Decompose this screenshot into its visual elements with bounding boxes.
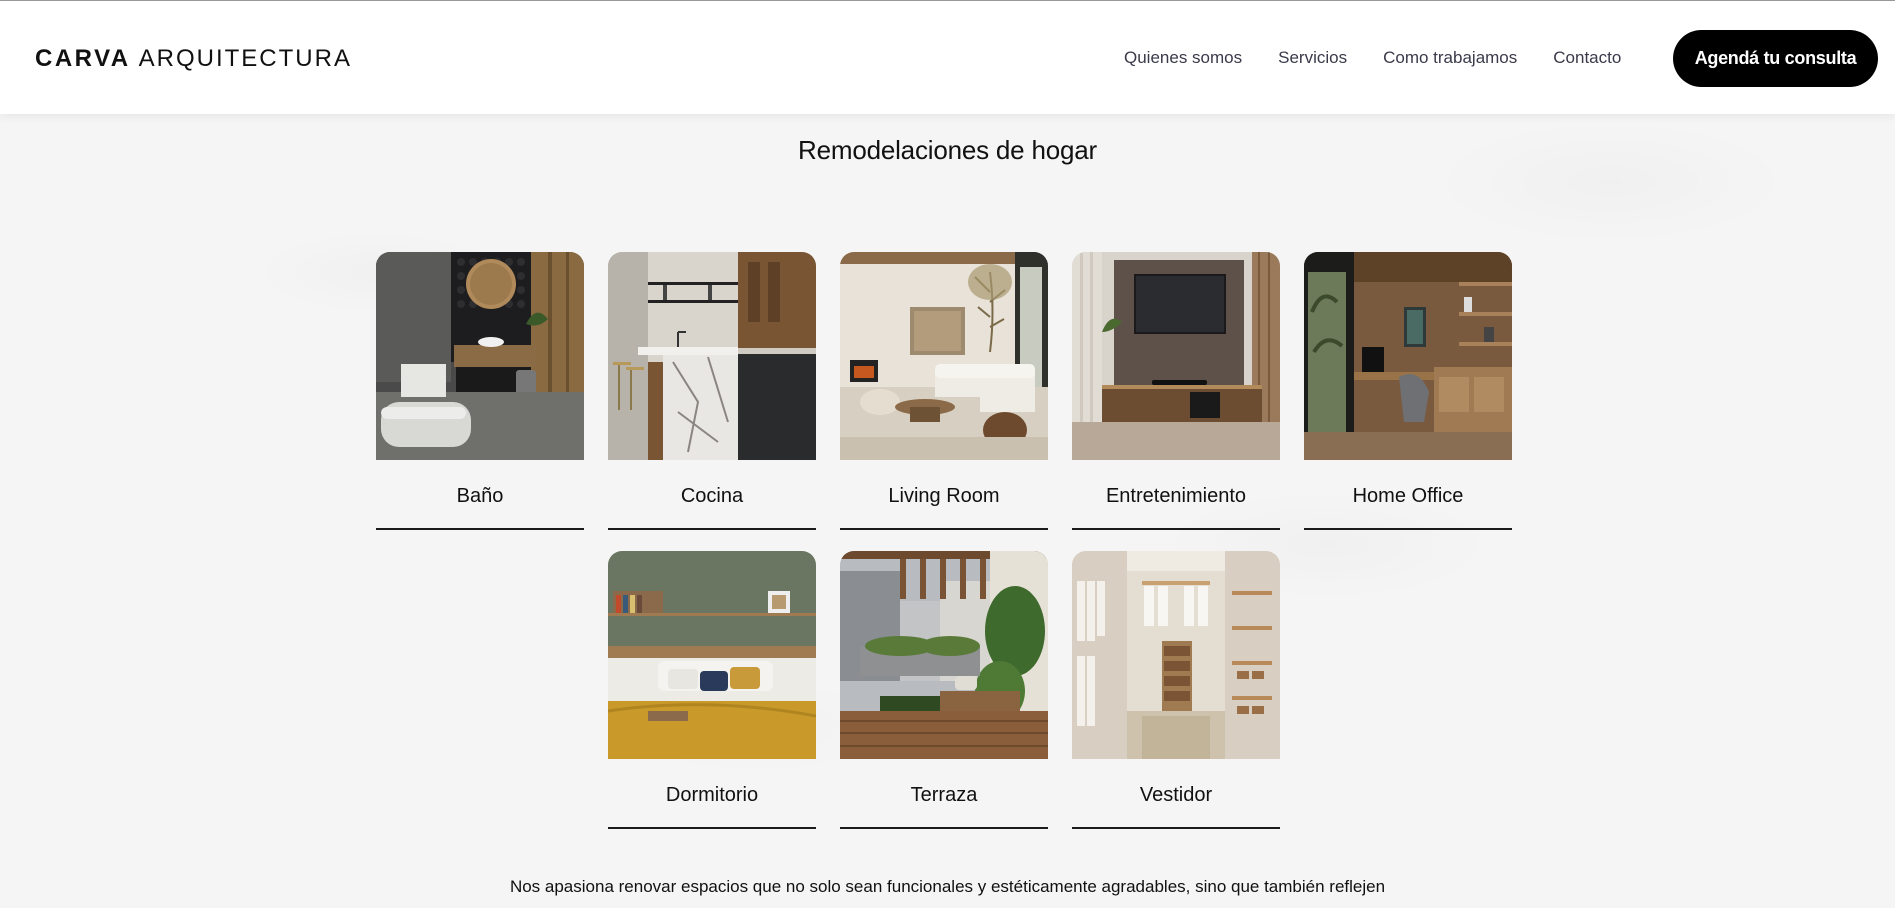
kitchen-photo[interactable] [608, 252, 816, 460]
nav-link-servicios[interactable]: Servicios [1278, 48, 1347, 68]
card-divider [608, 827, 816, 829]
bedroom-photo[interactable] [608, 551, 816, 759]
terrace-photo[interactable] [840, 551, 1048, 759]
room-card-terraza[interactable]: Terraza [840, 551, 1048, 829]
room-card-vestidor[interactable]: Vestidor [1072, 551, 1280, 829]
card-divider [840, 528, 1048, 530]
room-label: Baño [456, 485, 504, 507]
nav-link-como-trabajamos[interactable]: Como trabajamos [1383, 48, 1517, 68]
brand-name-bold: CARVA [35, 45, 131, 72]
room-label: Entretenimiento [1105, 485, 1247, 507]
room-label: Dormitorio [665, 784, 759, 806]
card-divider [1072, 827, 1280, 829]
bathroom-photo[interactable] [376, 252, 584, 460]
section-title: Remodelaciones de hogar [798, 135, 1097, 165]
entertainment-room-photo[interactable] [1072, 252, 1280, 460]
brand-logo[interactable]: CARVA ARQUITECTURA [35, 45, 352, 73]
brand-name-light: ARQUITECTURA [138, 45, 352, 72]
card-divider [376, 528, 584, 530]
main-nav: Quienes somos Servicios Como trabajamos … [1124, 48, 1657, 68]
nav-link-contacto[interactable]: Contacto [1553, 48, 1621, 68]
home-office-photo[interactable] [1304, 252, 1512, 460]
room-card-bano[interactable]: Baño [376, 252, 584, 530]
living-room-photo[interactable] [840, 252, 1048, 460]
card-divider [840, 827, 1048, 829]
card-divider [1072, 528, 1280, 530]
nav-link-quienes-somos[interactable]: Quienes somos [1124, 48, 1242, 68]
book-consultation-button[interactable]: Agendá tu consulta [1673, 30, 1878, 87]
room-label: Home Office [1352, 485, 1464, 507]
room-card-cocina[interactable]: Cocina [608, 252, 816, 530]
room-label: Vestidor [1139, 784, 1213, 806]
room-label: Cocina [680, 485, 744, 507]
room-card-entretenimiento[interactable]: Entretenimiento [1072, 252, 1280, 530]
intro-paragraph: Nos apasiona renovar espacios que no sol… [509, 877, 1386, 896]
card-divider [608, 528, 816, 530]
room-card-home-office[interactable]: Home Office [1304, 252, 1512, 530]
walk-in-closet-photo[interactable] [1072, 551, 1280, 759]
room-card-dormitorio[interactable]: Dormitorio [608, 551, 816, 829]
card-divider [1304, 528, 1512, 530]
site-header: CARVA ARQUITECTURA Quienes somos Servicio… [0, 1, 1895, 114]
room-label: Terraza [910, 784, 978, 806]
room-label: Living Room [888, 485, 1000, 507]
room-card-living-room[interactable]: Living Room [840, 252, 1048, 530]
